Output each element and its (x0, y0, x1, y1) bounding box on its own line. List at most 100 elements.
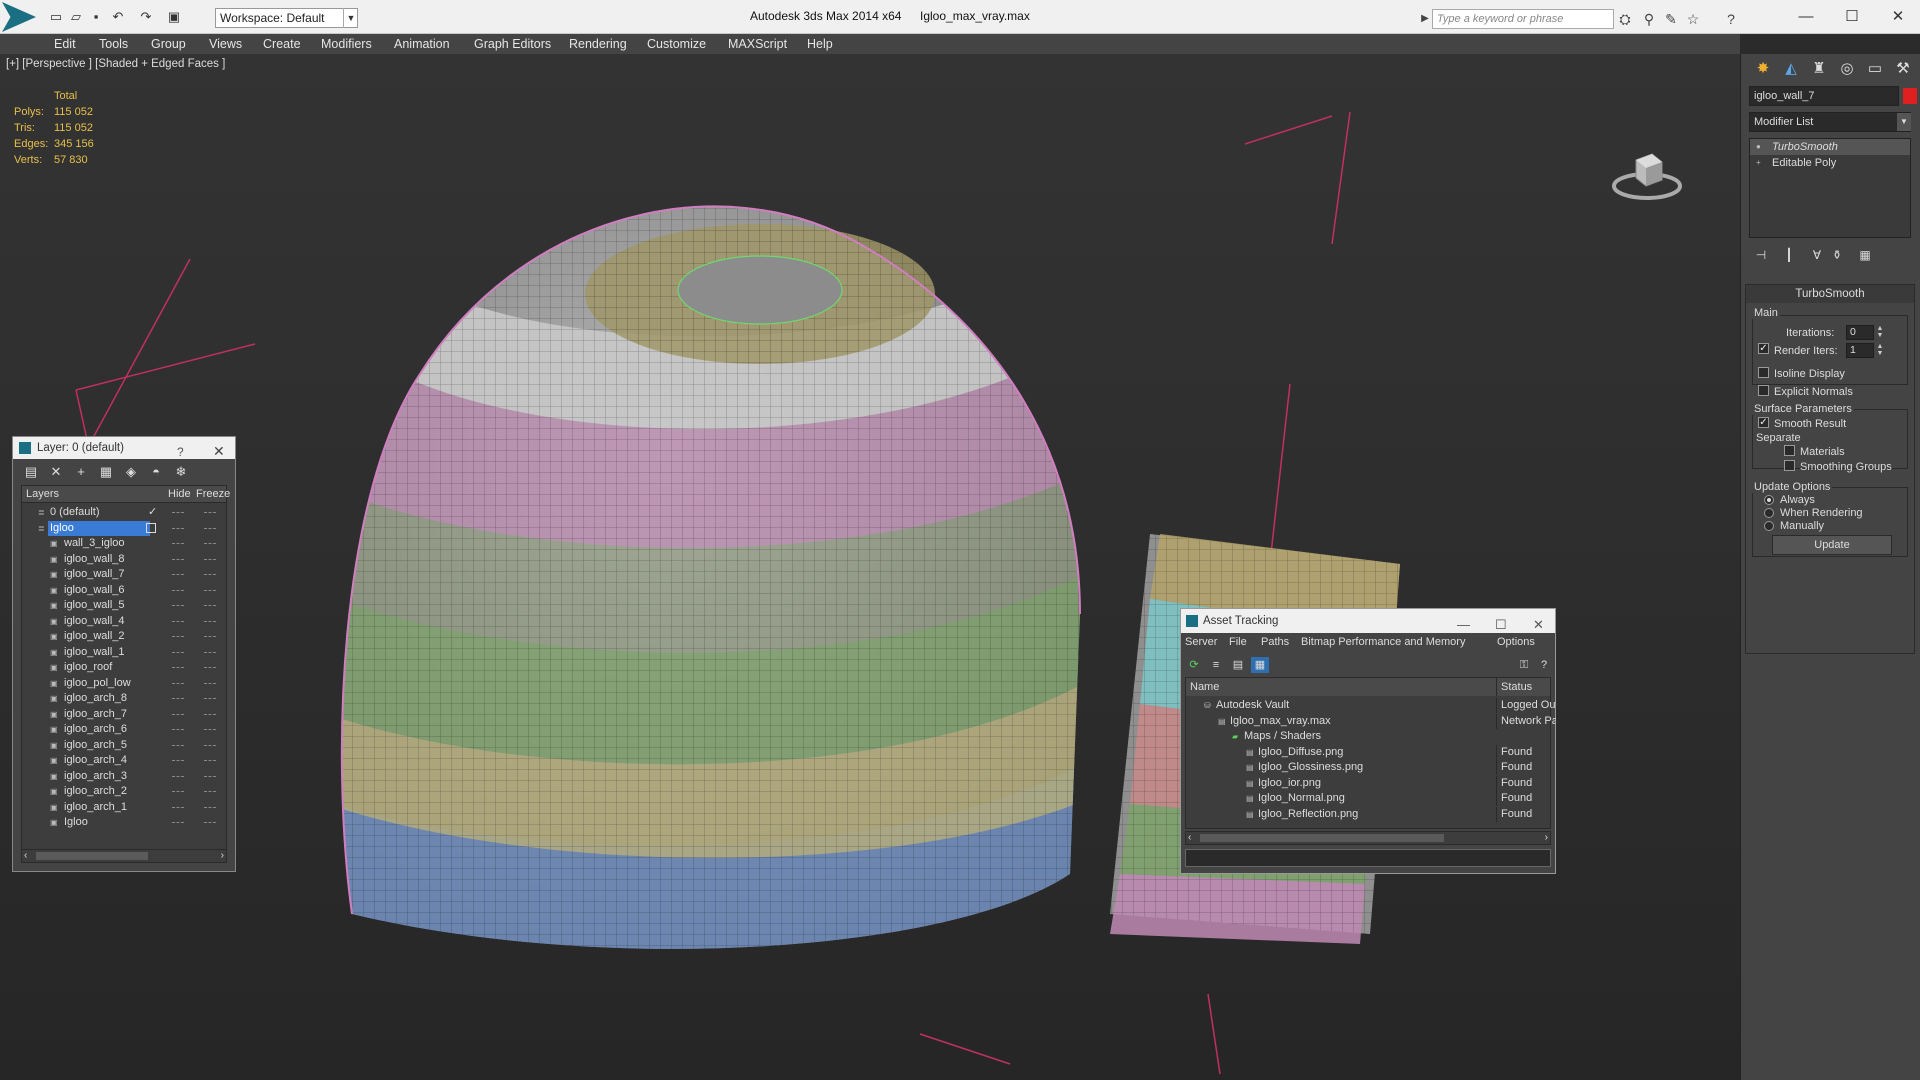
menu-customize[interactable]: Customize (647, 36, 706, 52)
menu-graph-editors[interactable]: Graph Editors (474, 36, 551, 52)
layer-name[interactable]: 0 (default) (48, 505, 102, 520)
save-file-icon[interactable]: ▪ (88, 9, 104, 25)
lightbulb-icon[interactable]: ● (1756, 143, 1764, 151)
scrollbar-thumb[interactable] (36, 852, 148, 860)
layer-name[interactable]: igloo_wall_8 (62, 552, 127, 567)
hide-toggle[interactable] (172, 744, 184, 746)
stack-item-turbosmooth[interactable]: ● TurboSmooth (1750, 139, 1910, 155)
display-tab-icon[interactable]: ▭ (1863, 58, 1887, 80)
smooth-result-checkbox[interactable]: ✓ (1758, 417, 1769, 428)
freeze-toggle[interactable] (204, 713, 216, 715)
layer-name[interactable]: igloo_wall_6 (62, 583, 127, 598)
layer-row[interactable]: ≣ 0 (default) ✓ (22, 505, 226, 520)
asset-row[interactable]: ▤ Igloo_Normal.png Found (1186, 791, 1550, 806)
freeze-toggle[interactable] (204, 667, 216, 668)
layer-name[interactable]: igloo_arch_5 (62, 738, 129, 753)
asset-row[interactable]: ▤ Igloo_Reflection.png Found (1186, 806, 1550, 822)
freeze-toggle[interactable] (204, 636, 216, 637)
freeze-toggle[interactable] (204, 589, 216, 591)
freeze-toggle[interactable] (204, 512, 216, 513)
layer-window-title[interactable]: Layer: 0 (default) ? ✕ (13, 437, 235, 459)
layer-name[interactable]: wall_3_igloo (62, 536, 127, 551)
freeze-toggle[interactable] (204, 651, 216, 653)
hide-toggle[interactable] (172, 512, 184, 513)
freeze-toggle[interactable] (204, 558, 216, 560)
explicit-normals-checkbox[interactable] (1758, 385, 1769, 396)
binoculars-icon[interactable]: ⛭ (1616, 10, 1634, 28)
freeze-toggle[interactable] (204, 760, 216, 761)
subscription-icon[interactable]: ⚲ (1640, 10, 1658, 28)
freeze-toggle[interactable] (204, 574, 216, 575)
layer-name[interactable]: igloo_wall_5 (62, 598, 127, 613)
details-view-icon[interactable]: ▤ (1229, 657, 1247, 673)
list-view-icon[interactable]: ≡ (1207, 657, 1225, 673)
help-icon[interactable]: ? (177, 441, 184, 463)
menu-rendering[interactable]: Rendering (569, 36, 627, 52)
layer-name[interactable]: igloo_wall_7 (62, 567, 127, 582)
highlight-layer-icon[interactable]: ◈ (121, 463, 141, 481)
smoothing-groups-checkbox[interactable] (1784, 460, 1795, 471)
render-iters-checkbox[interactable]: ✓ (1758, 343, 1769, 354)
layer-name[interactable]: igloo_roof (62, 660, 114, 675)
hide-toggle[interactable] (172, 574, 184, 575)
make-current-icon[interactable] (146, 522, 156, 533)
menu-modifiers[interactable]: Modifiers (321, 36, 372, 52)
layer-row[interactable]: ▣ igloo_wall_6 (22, 583, 226, 598)
freeze-toggle[interactable] (204, 791, 216, 792)
hide-toggle[interactable] (172, 760, 184, 761)
app-logo-icon[interactable] (2, 2, 36, 32)
menu-group[interactable]: Group (151, 36, 186, 52)
hide-toggle[interactable] (172, 713, 184, 715)
asset-row[interactable]: ▤ Igloo_Glossiness.png Found (1186, 760, 1550, 775)
spinner-arrows-icon[interactable]: ▲ ▼ (1876, 343, 1884, 358)
new-file-icon[interactable]: ▭ (48, 9, 64, 25)
update-button[interactable]: Update (1772, 535, 1892, 555)
layer-row[interactable]: ▣ igloo_arch_2 (22, 784, 226, 799)
hide-toggle[interactable] (172, 791, 184, 792)
hide-toggle[interactable] (172, 806, 184, 808)
menu-tools[interactable]: Tools (99, 36, 128, 52)
redo-icon[interactable]: ↷ (138, 9, 154, 25)
scroll-left-icon[interactable]: ‹ (1188, 832, 1191, 844)
stack-item-editable-poly[interactable]: + Editable Poly (1750, 155, 1910, 171)
layer-row[interactable]: ▣ wall_3_igloo (22, 536, 226, 551)
layer-name[interactable]: igloo_arch_6 (62, 722, 129, 737)
help-icon[interactable]: ? (1722, 10, 1740, 28)
layer-scrollbar[interactable]: ‹ › (21, 849, 227, 863)
layer-name[interactable]: igloo_pol_low (62, 676, 133, 691)
select-objects-icon[interactable]: ▦ (96, 463, 116, 481)
refresh-icon[interactable]: ⟳ (1185, 657, 1203, 673)
layer-name[interactable]: igloo_arch_4 (62, 753, 129, 768)
asset-row[interactable]: ▤ Igloo_max_vray.max Network Path (1186, 713, 1556, 729)
workspace-dropdown-arrow-icon[interactable]: ▼ (343, 8, 358, 28)
col-layers[interactable]: Layers (26, 486, 59, 503)
freeze-toggle[interactable] (204, 744, 216, 746)
materials-checkbox[interactable] (1784, 445, 1795, 456)
hide-toggle[interactable] (172, 651, 184, 653)
layer-name[interactable]: igloo_arch_3 (62, 769, 129, 784)
modify-tab-icon[interactable]: ◭ (1779, 58, 1803, 80)
layer-name[interactable]: igloo_arch_1 (62, 800, 129, 815)
freeze-all-layers-icon[interactable]: ❄ (171, 463, 191, 481)
viewport-label[interactable]: [+] [Perspective ] [Shaded + Edged Faces… (6, 58, 225, 70)
configure-modifier-sets-icon[interactable]: ▦ (1855, 246, 1875, 264)
freeze-toggle[interactable] (204, 682, 216, 684)
maximize-window-icon[interactable]: ☐ (1838, 6, 1866, 28)
layer-row[interactable]: ▣ igloo_wall_1 (22, 645, 226, 660)
layer-name[interactable]: igloo_arch_8 (62, 691, 129, 706)
hide-toggle[interactable] (172, 589, 184, 591)
iterations-spinner[interactable]: 0 (1846, 325, 1874, 340)
create-layer-icon[interactable]: ▤ (21, 463, 41, 481)
make-unique-icon[interactable]: ∀ (1807, 246, 1827, 264)
hide-toggle[interactable] (172, 620, 184, 622)
hide-toggle[interactable] (172, 667, 184, 668)
scroll-right-icon[interactable]: › (221, 850, 224, 862)
layer-name[interactable]: igloo_wall_1 (62, 645, 127, 660)
hide-toggle[interactable] (172, 636, 184, 637)
scrollbar-thumb[interactable] (1200, 834, 1444, 842)
asset-menu-file[interactable]: File (1229, 636, 1247, 648)
layer-name[interactable]: Igloo (62, 815, 90, 830)
asset-menu-server[interactable]: Server (1185, 636, 1217, 648)
vault-login-icon[interactable]: ⚿ (1515, 657, 1533, 673)
layer-name[interactable]: igloo_wall_2 (62, 629, 127, 644)
